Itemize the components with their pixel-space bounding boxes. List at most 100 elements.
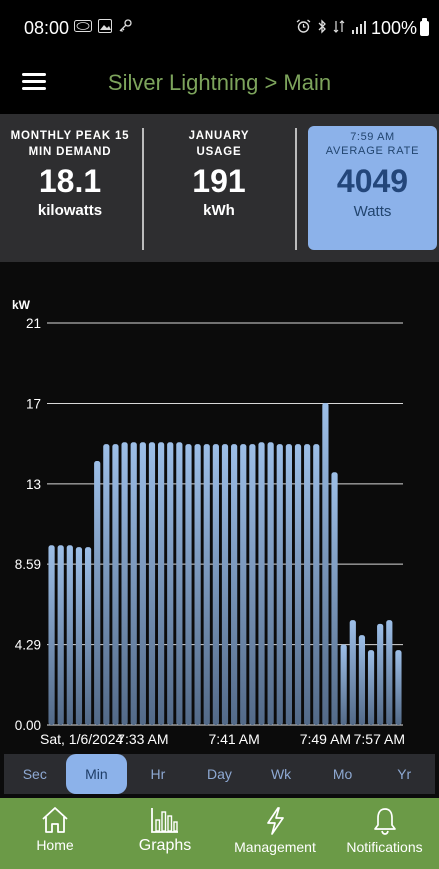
chart-bar: [231, 444, 238, 725]
battery-icon: [420, 18, 429, 36]
chart-bar: [340, 644, 347, 725]
chart-bar: [221, 444, 229, 725]
chart-bar: [267, 442, 274, 725]
tab-day[interactable]: Day: [189, 754, 251, 794]
data-icon: [333, 19, 345, 37]
x-tick-label: 7:57 AM: [354, 731, 405, 747]
chart-bar: [66, 545, 73, 725]
alarm-icon: [296, 19, 311, 37]
chart-bar: [167, 442, 174, 725]
chart-bar: [249, 444, 256, 725]
x-tick-label: Sat, 1/6/2024: [40, 731, 124, 747]
chart-bar: [212, 444, 219, 725]
chart-bar: [48, 545, 55, 725]
nav-notifications[interactable]: Notifications: [330, 798, 439, 869]
chart-bar: [285, 444, 293, 725]
chart-bar: [203, 444, 210, 725]
status-time: 08:00: [24, 18, 70, 38]
status-bar: 08:00 100%: [0, 0, 439, 56]
rate-value: 4049: [336, 163, 409, 199]
rate-label: AVERAGE RATE: [325, 145, 420, 157]
page-title: Silver Lightning > Main: [107, 70, 332, 95]
peak-demand-label-1: MONTHLY PEAK 15: [10, 130, 130, 142]
tab-wk[interactable]: Wk: [250, 754, 312, 794]
chart-bar: [395, 650, 402, 725]
tab-yr[interactable]: Yr: [373, 754, 435, 794]
bottom-navigation: Home Graphs Management Notifications: [0, 798, 439, 869]
signal-icon: [351, 20, 367, 37]
chart-bar: [130, 442, 137, 725]
bell-icon: [330, 806, 439, 836]
nav-management[interactable]: Management: [220, 798, 330, 869]
chart-bar: [358, 635, 366, 725]
nav-label: Management: [234, 839, 316, 855]
chart-bar: [304, 444, 311, 725]
y-tick-label: 17: [26, 397, 41, 412]
peak-demand-card: MONTHLY PEAK 15 MIN DEMAND 18.1 kilowatt…: [0, 128, 140, 219]
chart-bar: [185, 444, 192, 725]
bluetooth-icon: [317, 19, 327, 37]
chart-bar: [57, 545, 64, 725]
nav-label: Home: [36, 837, 74, 853]
chart-bar: [148, 442, 156, 725]
chart-bar: [121, 442, 128, 725]
home-icon: [0, 806, 110, 834]
usage-value: 191: [192, 163, 246, 199]
chart-bar: [112, 444, 119, 725]
chart-bar: [194, 444, 201, 725]
y-tick-label: 4.29: [15, 638, 41, 653]
key-icon: [118, 19, 132, 37]
chart-bar: [331, 472, 338, 725]
x-tick-label: 7:49 AM: [300, 731, 351, 747]
y-tick-label: 0.00: [15, 718, 41, 733]
nav-home[interactable]: Home: [0, 798, 110, 869]
chart-bar: [386, 620, 393, 725]
y-tick-label: 21: [26, 316, 41, 331]
chart-bar: [367, 650, 375, 725]
power-chart[interactable]: kW 0.00 4.29 8.59 13 17 21 Sat, 1/6/2024 7:33 AM…: [0, 262, 439, 754]
tab-min[interactable]: Min: [65, 754, 128, 794]
ford-notification-icon: [74, 20, 92, 36]
y-tick-label: 8.59: [15, 557, 41, 572]
peak-demand-unit: kilowatts: [37, 202, 103, 219]
chart-bar: [176, 442, 183, 725]
chart-bar: [258, 442, 265, 725]
average-rate-card[interactable]: 7:59 AM AVERAGE RATE 4049 Watts: [308, 126, 437, 250]
chart-bar: [276, 444, 283, 725]
nav-label: Notifications: [346, 839, 423, 855]
usage-label-1: JANUARY: [188, 130, 250, 142]
chart-bar: [84, 547, 92, 725]
monthly-usage-card: JANUARY USAGE 191 kWh: [149, 128, 289, 219]
stat-divider: [295, 128, 297, 250]
chart-bar: [322, 402, 329, 725]
nav-label: Graphs: [138, 837, 192, 854]
x-tick-label: 7:41 AM: [208, 731, 259, 747]
peak-demand-value: 18.1: [38, 163, 102, 199]
y-tick-label: 13: [26, 477, 41, 492]
chart-bar: [294, 444, 302, 725]
chart-bar: [349, 620, 356, 725]
rate-unit: Watts: [353, 203, 392, 220]
peak-demand-label-2: MIN DEMAND: [28, 146, 112, 158]
tab-sec[interactable]: Sec: [4, 754, 66, 794]
status-right-icons: [296, 19, 367, 37]
chart-svg: kW 0.00 4.29 8.59 13 17 21 Sat, 1/6/20247:33 AM…: [12, 298, 405, 747]
chart-bar: [94, 460, 101, 725]
rate-time: 7:59 AM: [350, 131, 395, 143]
x-tick-label: 7:33 AM: [117, 731, 168, 747]
chart-bar: [313, 444, 320, 725]
chart-bar: [377, 623, 384, 725]
chart-bar: [75, 547, 83, 725]
chart-bar: [139, 442, 146, 725]
time-range-tabs: Sec Min Hr Day Wk Mo Yr: [4, 754, 435, 794]
usage-unit: kWh: [203, 202, 235, 219]
tab-hr[interactable]: Hr: [127, 754, 189, 794]
chart-bar: [240, 444, 247, 725]
tab-mo[interactable]: Mo: [312, 754, 374, 794]
chart-bar: [157, 442, 165, 725]
y-axis-unit-label: kW: [12, 298, 31, 312]
nav-graphs[interactable]: Graphs: [110, 798, 220, 869]
usage-label-2: USAGE: [196, 146, 242, 158]
bar-chart-icon: [110, 806, 220, 834]
image-icon: [98, 19, 112, 37]
